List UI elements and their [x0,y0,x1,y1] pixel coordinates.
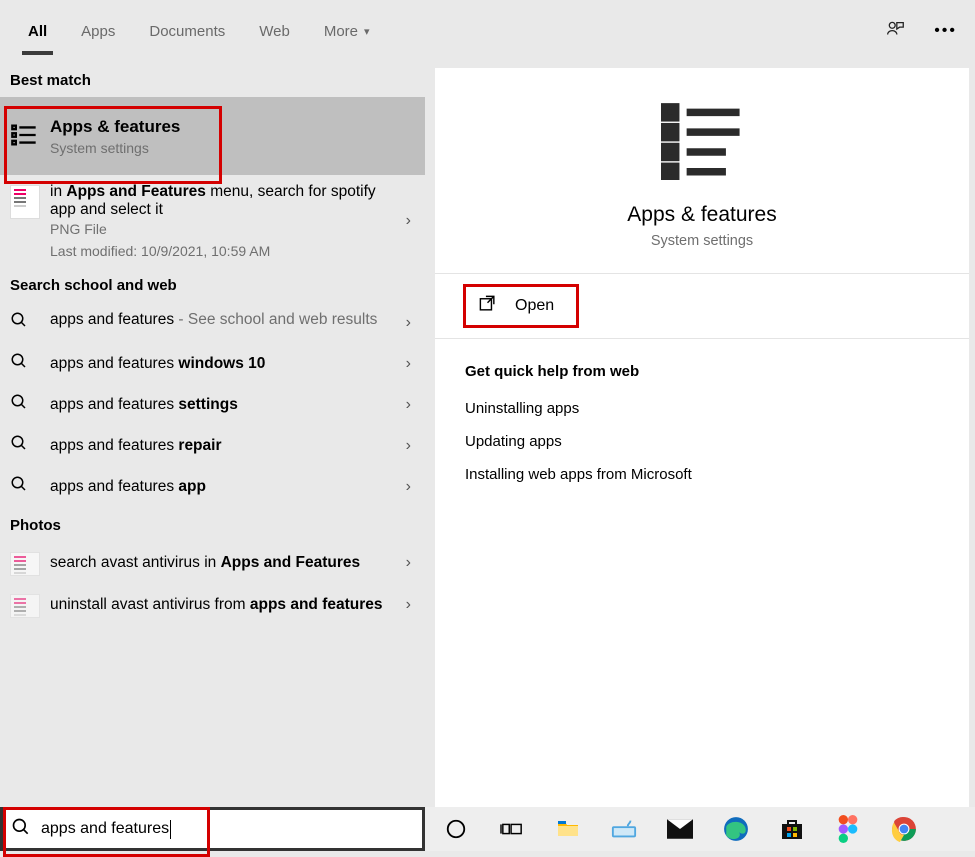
taskbar [425,807,975,851]
file-thumbnail-icon [10,185,40,219]
chevron-right-icon[interactable]: › [406,554,411,572]
chevron-right-icon[interactable]: › [406,355,411,373]
search-icon [10,434,28,457]
detail-subtitle: System settings [651,233,753,249]
search-icon [10,393,28,416]
tab-more[interactable]: More▾ [314,0,380,62]
mail-icon[interactable] [667,816,693,842]
file-result-modified: Last modified: 10/9/2021, 10:59 AM [50,243,387,259]
microsoft-store-icon[interactable] [779,816,805,842]
search-input-text: apps and features [41,820,169,838]
more-options-icon[interactable]: ••• [934,22,957,40]
file-explorer-icon[interactable] [555,816,581,842]
file-result-title: in Apps and Features menu, search for sp… [50,183,387,219]
tab-documents[interactable]: Documents [139,0,235,62]
best-match-subtitle: System settings [50,140,387,156]
photo-result[interactable]: uninstall avast antivirus from apps and … [0,584,425,626]
edge-icon[interactable] [723,816,749,842]
help-link[interactable]: Installing web apps from Microsoft [435,458,969,491]
search-icon [10,311,28,334]
chevron-right-icon[interactable]: › [406,437,411,455]
detail-panel: Apps & features System settings Open Get… [435,68,969,807]
help-header: Get quick help from web [435,339,969,392]
bottom-bar: apps and features [0,807,975,851]
tab-all[interactable]: All [18,0,57,62]
section-school-web: Search school and web [0,267,425,302]
web-suggestion[interactable]: apps and features windows 10 › [0,343,425,384]
best-match-result[interactable]: Apps & features System settings [0,97,425,175]
photo-thumbnail-icon [10,552,40,576]
section-best-match: Best match [0,62,425,97]
task-view-icon[interactable] [499,816,525,842]
open-button[interactable]: Open [463,284,579,328]
chevron-right-icon[interactable]: › [406,396,411,414]
chevron-right-icon[interactable]: › [406,478,411,496]
apps-features-large-icon [661,98,743,185]
search-tabs: All Apps Documents Web More▾ ••• [0,0,975,62]
web-suggestion-label: apps and features app [50,478,206,496]
chevron-right-icon[interactable]: › [406,212,411,230]
cortana-icon[interactable] [443,816,469,842]
web-suggestion-label: apps and features repair [50,437,222,455]
keyboard-icon[interactable] [611,816,637,842]
tab-web[interactable]: Web [249,0,300,62]
text-cursor [170,820,171,839]
web-suggestion-label: apps and features windows 10 [50,355,265,373]
search-icon [11,817,31,842]
photo-result-title: uninstall avast antivirus from apps and … [50,596,387,614]
help-link[interactable]: Updating apps [435,425,969,458]
apps-features-icon [10,121,38,154]
chevron-right-icon[interactable]: › [406,596,411,614]
web-suggestion-label: apps and features settings [50,396,238,414]
web-suggestion[interactable]: apps and features - See school and web r… [0,302,425,343]
best-match-title: Apps & features [50,117,387,137]
web-suggestion-label: apps and features - See school and web r… [50,311,377,329]
feedback-icon[interactable] [884,18,906,45]
open-icon [478,294,497,318]
file-result[interactable]: in Apps and Features menu, search for sp… [0,175,425,267]
help-link[interactable]: Uninstalling apps [435,392,969,425]
open-label: Open [515,297,554,315]
file-result-type: PNG File [50,221,387,237]
chevron-right-icon[interactable]: › [406,314,411,332]
chevron-down-icon: ▾ [364,25,370,38]
photo-thumbnail-icon [10,594,40,618]
results-panel: Best match Apps & features System settin… [0,62,425,807]
web-suggestion[interactable]: apps and features app › [0,466,425,507]
photo-result[interactable]: search avast antivirus in Apps and Featu… [0,542,425,584]
section-photos: Photos [0,507,425,542]
search-box[interactable]: apps and features [0,807,425,851]
photo-result-title: search avast antivirus in Apps and Featu… [50,554,387,572]
web-suggestion[interactable]: apps and features repair › [0,425,425,466]
detail-title: Apps & features [627,203,776,227]
search-icon [10,352,28,375]
search-icon [10,475,28,498]
tab-apps[interactable]: Apps [71,0,125,62]
chrome-icon[interactable] [891,816,917,842]
figma-icon[interactable] [835,816,861,842]
web-suggestion[interactable]: apps and features settings › [0,384,425,425]
